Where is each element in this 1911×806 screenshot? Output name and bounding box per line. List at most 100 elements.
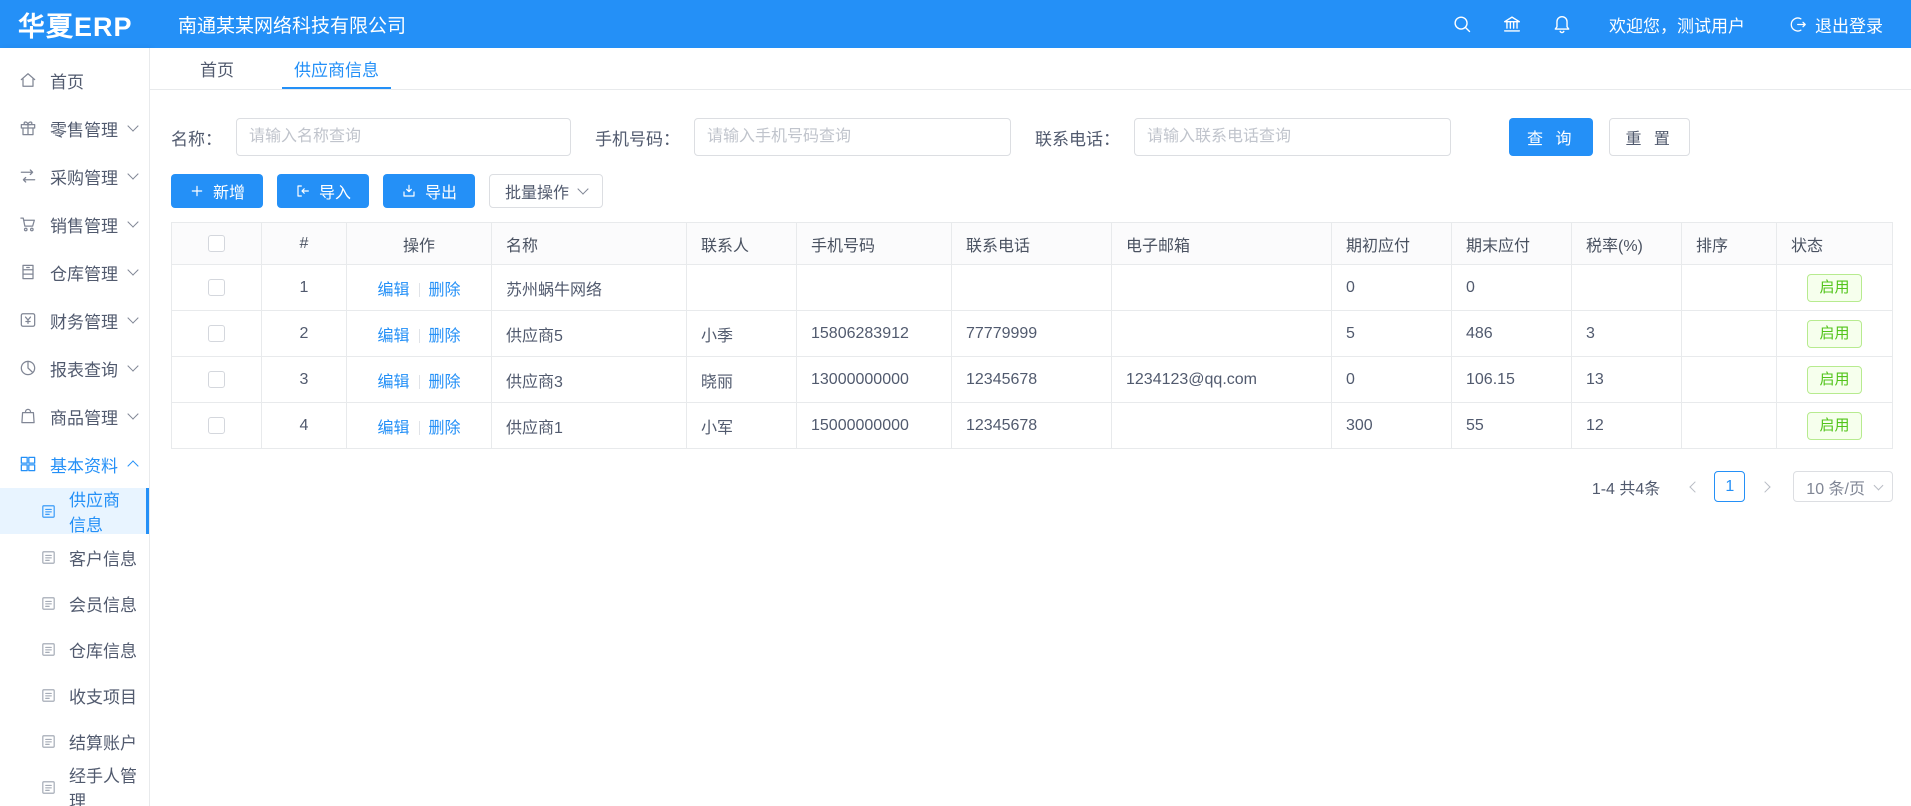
- chevron-icon: [127, 120, 138, 131]
- column-header: 操作: [347, 223, 492, 265]
- table-header-row: #操作名称联系人手机号码联系电话电子邮箱期初应付期末应付税率(%)排序状态: [172, 223, 1893, 265]
- header-actions: 欢迎您，测试用户 退出登录: [1451, 12, 1883, 37]
- filter-group: 联系电话：: [1035, 118, 1451, 156]
- bag-icon: [18, 406, 38, 426]
- document-icon: [40, 641, 57, 658]
- sidebar-subitem[interactable]: 客户信息: [0, 534, 149, 580]
- chevron-down-icon: [577, 183, 588, 194]
- filter-input[interactable]: [1134, 118, 1451, 156]
- delete-link[interactable]: 删除: [429, 374, 461, 391]
- document-icon: [40, 503, 57, 520]
- plus-icon: [189, 183, 205, 199]
- status-badge: 启用: [1807, 274, 1861, 302]
- sidebar-subitem[interactable]: 收支项目: [0, 672, 149, 718]
- gift-icon: [18, 118, 38, 138]
- column-header: 状态: [1777, 223, 1893, 265]
- document-icon: [40, 595, 57, 612]
- export-button[interactable]: 导出: [383, 174, 475, 208]
- prev-page-button[interactable]: [1678, 472, 1708, 502]
- add-button[interactable]: 新增: [171, 174, 263, 208]
- document-icon: [40, 549, 57, 566]
- row-checkbox[interactable]: [208, 371, 225, 388]
- filter-group: 手机号码：: [595, 118, 1011, 156]
- sidebar-item-home[interactable]: 首页: [0, 56, 149, 104]
- select-all-checkbox[interactable]: [208, 235, 225, 252]
- filter-input[interactable]: [236, 118, 571, 156]
- tab-bar: 首页 供应商信息: [150, 48, 1911, 90]
- row-checkbox[interactable]: [208, 279, 225, 296]
- page-button-1[interactable]: 1: [1714, 471, 1745, 502]
- page-size-select[interactable]: 10 条/页: [1793, 471, 1893, 502]
- sidebar-item-archive[interactable]: 仓库管理: [0, 248, 149, 296]
- document-icon: [40, 687, 57, 704]
- delete-link[interactable]: 删除: [429, 282, 461, 299]
- toolbar: 新增 导入 导出 批量操作: [171, 174, 1877, 208]
- swap-icon: [18, 166, 38, 186]
- welcome-text: 欢迎您，测试用户: [1609, 12, 1745, 37]
- sidebar-item-money[interactable]: 财务管理: [0, 296, 149, 344]
- filter-input[interactable]: [694, 118, 1011, 156]
- table-row: 2 编辑删除 供应商5 小季 15806283912 77779999 5 48…: [172, 311, 1893, 357]
- column-header: 排序: [1682, 223, 1777, 265]
- export-icon: [401, 183, 417, 199]
- sidebar-subitem[interactable]: 会员信息: [0, 580, 149, 626]
- cart-icon: [18, 214, 38, 234]
- document-icon: [40, 733, 57, 750]
- logout-button[interactable]: 退出登录: [1789, 12, 1883, 37]
- pagination-total: 1-4 共4条: [1592, 475, 1660, 499]
- chevron-icon: [127, 312, 138, 323]
- edit-link[interactable]: 编辑: [377, 328, 409, 345]
- sidebar-item-pie[interactable]: 报表查询: [0, 344, 149, 392]
- sidebar-item-bag[interactable]: 商品管理: [0, 392, 149, 440]
- filter-label: 名称：: [171, 125, 222, 150]
- document-icon: [40, 779, 57, 796]
- row-checkbox[interactable]: [208, 417, 225, 434]
- filter-label: 联系电话：: [1035, 125, 1120, 150]
- next-page-button[interactable]: [1751, 472, 1781, 502]
- edit-link[interactable]: 编辑: [377, 374, 409, 391]
- import-button[interactable]: 导入: [277, 174, 369, 208]
- edit-link[interactable]: 编辑: [377, 282, 409, 299]
- bell-icon[interactable]: [1551, 13, 1573, 35]
- sidebar-subitem[interactable]: 经手人管理: [0, 764, 149, 806]
- sidebar-subitem[interactable]: 结算账户: [0, 718, 149, 764]
- table-row: 4 编辑删除 供应商1 小军 15000000000 12345678 300 …: [172, 403, 1893, 449]
- sidebar-item-swap[interactable]: 采购管理: [0, 152, 149, 200]
- status-badge: 启用: [1807, 320, 1861, 348]
- supplier-table: #操作名称联系人手机号码联系电话电子邮箱期初应付期末应付税率(%)排序状态 1 …: [171, 222, 1877, 449]
- delete-link[interactable]: 删除: [429, 420, 461, 437]
- column-header: 期初应付: [1332, 223, 1452, 265]
- column-header: 手机号码: [797, 223, 952, 265]
- chevron-icon: [127, 460, 138, 471]
- content-panel: 名称： 手机号码： 联系电话： 查 询 重 置 新增 导入: [150, 90, 1911, 806]
- batch-actions-dropdown[interactable]: 批量操作: [489, 174, 603, 208]
- sidebar-item-gift[interactable]: 零售管理: [0, 104, 149, 152]
- bank-icon[interactable]: [1501, 13, 1523, 35]
- chevron-icon: [127, 360, 138, 371]
- chevron-icon: [127, 216, 138, 227]
- row-checkbox[interactable]: [208, 325, 225, 342]
- sidebar-subitem[interactable]: 供应商信息: [0, 488, 149, 534]
- company-name: 南通某某网络科技有限公司: [178, 11, 406, 38]
- reset-button[interactable]: 重 置: [1609, 118, 1689, 156]
- delete-link[interactable]: 删除: [429, 328, 461, 345]
- tab[interactable]: 供应商信息: [290, 48, 383, 89]
- tab[interactable]: 首页: [196, 48, 238, 89]
- sidebar-menu: 首页 零售管理 采购管理 销售管理 仓库管理 财务管理 报表查询 商品管理 基本…: [0, 48, 150, 806]
- chevron-right-icon: [1759, 481, 1770, 492]
- grid-icon: [18, 454, 38, 474]
- column-header: #: [262, 223, 347, 265]
- sidebar-subitem[interactable]: 仓库信息: [0, 626, 149, 672]
- column-header: 电子邮箱: [1112, 223, 1332, 265]
- search-button[interactable]: 查 询: [1509, 118, 1593, 156]
- column-header: 期末应付: [1452, 223, 1572, 265]
- column-header: 名称: [492, 223, 687, 265]
- edit-link[interactable]: 编辑: [377, 420, 409, 437]
- column-header: 联系电话: [952, 223, 1112, 265]
- search-icon[interactable]: [1451, 13, 1473, 35]
- column-header: 税率(%): [1572, 223, 1682, 265]
- chevron-icon: [127, 168, 138, 179]
- chevron-left-icon: [1689, 481, 1700, 492]
- sidebar-item-cart[interactable]: 销售管理: [0, 200, 149, 248]
- sidebar-item-grid[interactable]: 基本资料: [0, 440, 149, 488]
